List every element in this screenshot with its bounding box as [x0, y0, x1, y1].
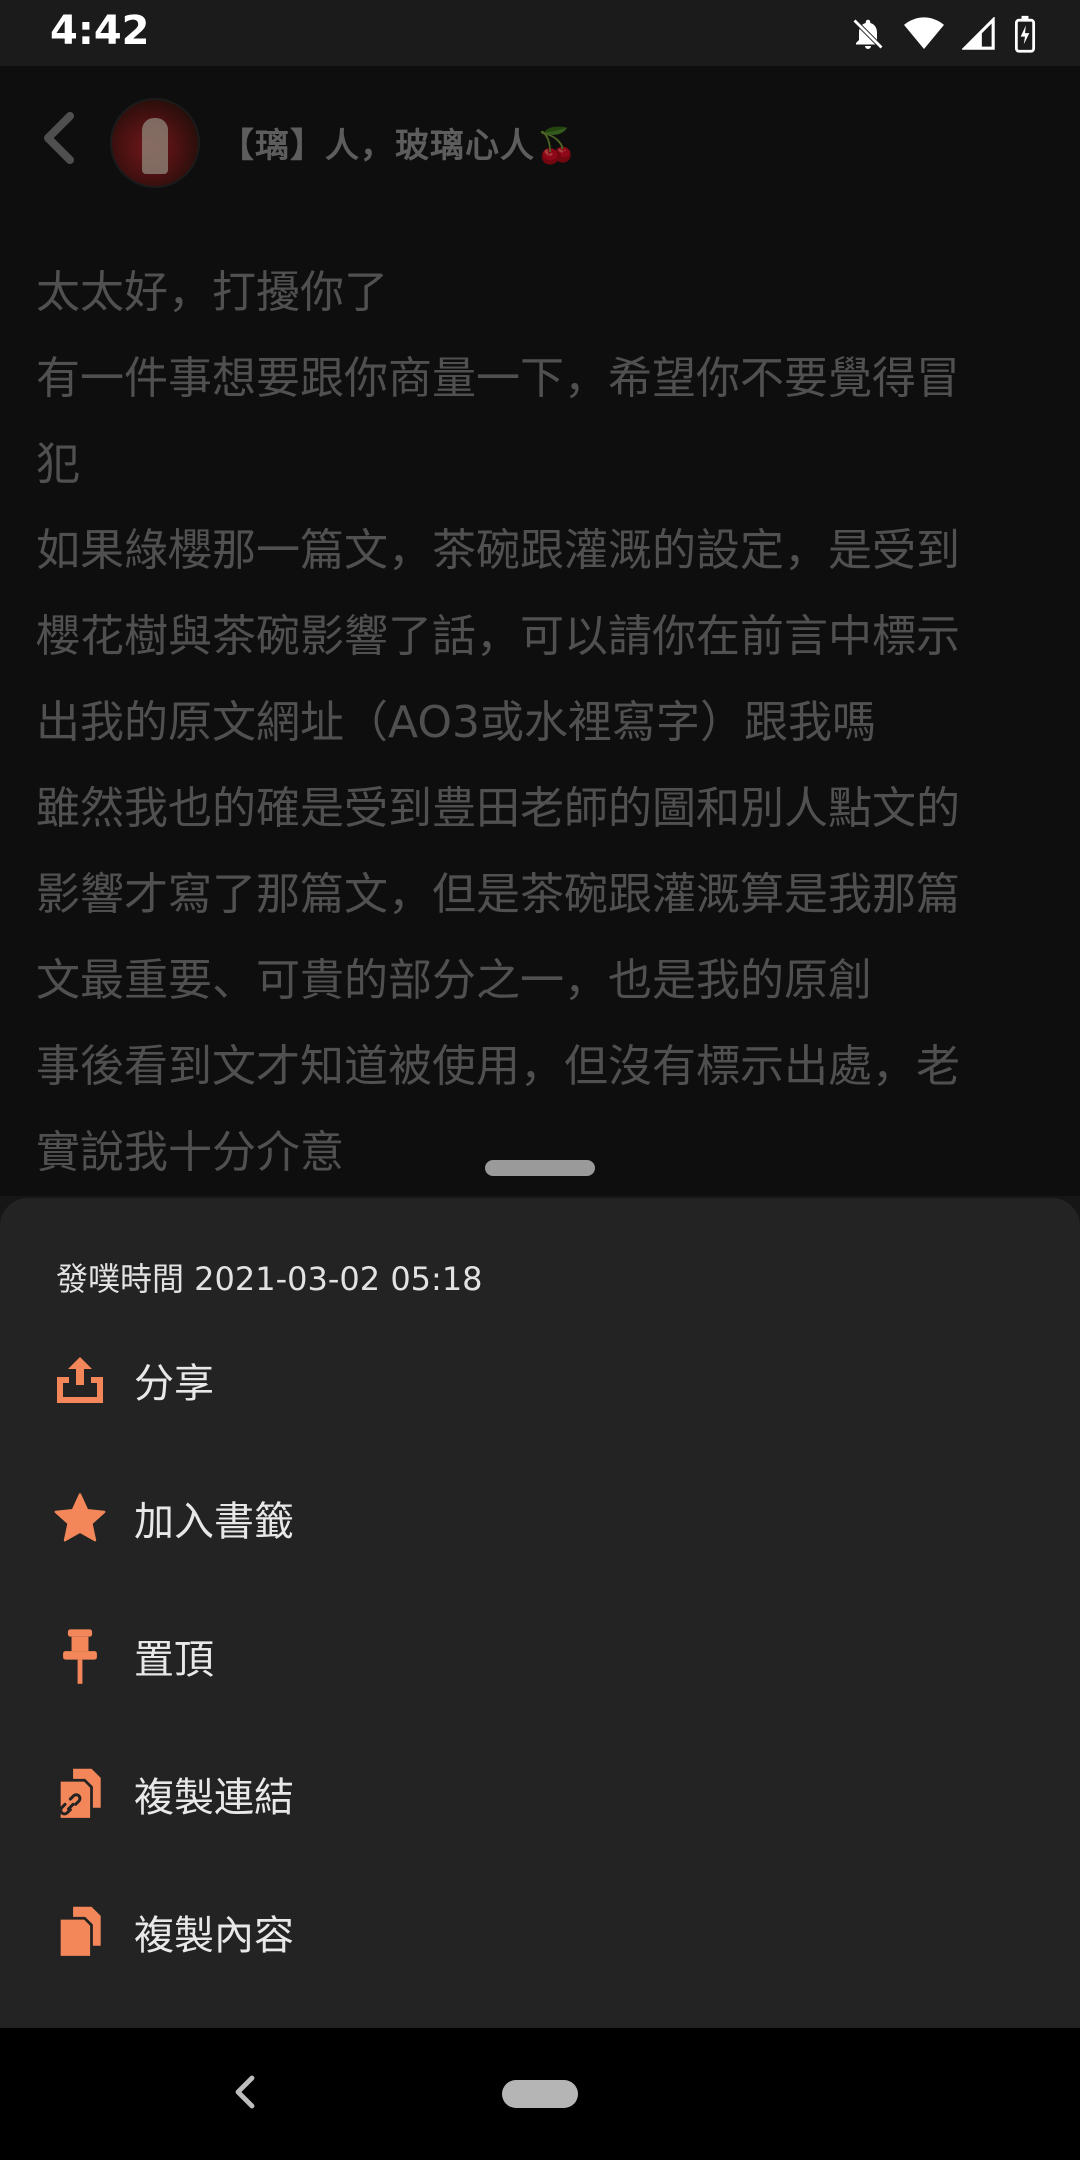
menu-label-bookmark: 加入書籤	[134, 1499, 294, 1545]
sheet-drag-handle[interactable]	[485, 1160, 595, 1176]
menu-label-copy-link: 複製連結	[134, 1775, 294, 1821]
post-line: 如果綠櫻那一篇文，茶碗跟灌溉的設定，是受到	[36, 525, 960, 576]
share-icon	[50, 1350, 110, 1410]
post-line: 有一件事想要跟你商量一下，希望你不要覺得冒	[36, 353, 960, 404]
back-button[interactable]	[30, 112, 86, 168]
post-header: 【璃】人，玻璃心人🍒	[0, 66, 1080, 216]
menu-label-share: 分享	[134, 1361, 214, 1407]
menu-item-copy-content[interactable]: 複製內容	[0, 1872, 1080, 1992]
pin-icon	[50, 1626, 110, 1686]
menu-item-bookmark[interactable]: 加入書籤	[0, 1458, 1080, 1578]
nav-back-button[interactable]	[220, 2070, 268, 2118]
status-time: 4:42	[50, 8, 150, 54]
user-name[interactable]: 【璃】人，玻璃心人🍒	[220, 118, 578, 167]
wifi-icon	[904, 16, 944, 52]
post-line: 出我的原文網址（AO3或水裡寫字）跟我嗎	[36, 697, 876, 748]
signal-icon	[962, 17, 996, 51]
avatar[interactable]	[110, 98, 200, 188]
post-content: 太太好，打擾你了 有一件事想要跟你商量一下，希望你不要覺得冒 犯 如果綠櫻那一篇…	[36, 250, 1046, 1196]
bottom-sheet: 發噗時間 2021-03-02 05:18 分享 加入書籤 置頂 複製連結 複製…	[0, 1198, 1080, 2028]
home-pill-icon[interactable]	[502, 2080, 578, 2108]
menu-item-share[interactable]: 分享	[0, 1320, 1080, 1440]
menu-label-copy-content: 複製內容	[134, 1913, 294, 1959]
status-icons	[850, 14, 1036, 54]
menu-item-copy-link[interactable]: 複製連結	[0, 1734, 1080, 1854]
post-line: 文最重要、可貴的部分之一，也是我的原創	[36, 955, 872, 1006]
post-line: 實說我十分介意	[36, 1127, 344, 1178]
menu-item-pin[interactable]: 置頂	[0, 1596, 1080, 1716]
post-line: 太太好，打擾你了	[36, 267, 388, 318]
copy-link-icon	[50, 1764, 110, 1824]
notifications-off-icon	[850, 16, 886, 52]
star-icon	[50, 1488, 110, 1548]
post-line: 犯	[36, 439, 80, 490]
battery-icon	[1014, 15, 1036, 53]
system-nav-bar	[0, 2028, 1080, 2160]
chevron-left-icon	[38, 112, 78, 168]
post-line: 事後看到文才知道被使用，但沒有標示出處，老	[36, 1041, 960, 1092]
menu-label-pin: 置頂	[134, 1637, 214, 1683]
copy-content-icon	[50, 1902, 110, 1962]
post-line: 影響才寫了那篇文，但是茶碗跟灌溉算是我那篇	[36, 869, 960, 920]
post-timestamp: 發噗時間 2021-03-02 05:18	[56, 1260, 483, 1298]
avatar-figure	[142, 118, 168, 174]
post-line: 雖然我也的確是受到豊田老師的圖和別人點文的	[36, 783, 960, 834]
status-bar: 4:42	[0, 0, 1080, 66]
post-line: 櫻花樹與茶碗影響了話，可以請你在前言中標示	[36, 611, 960, 662]
nav-back-icon	[232, 2074, 256, 2114]
